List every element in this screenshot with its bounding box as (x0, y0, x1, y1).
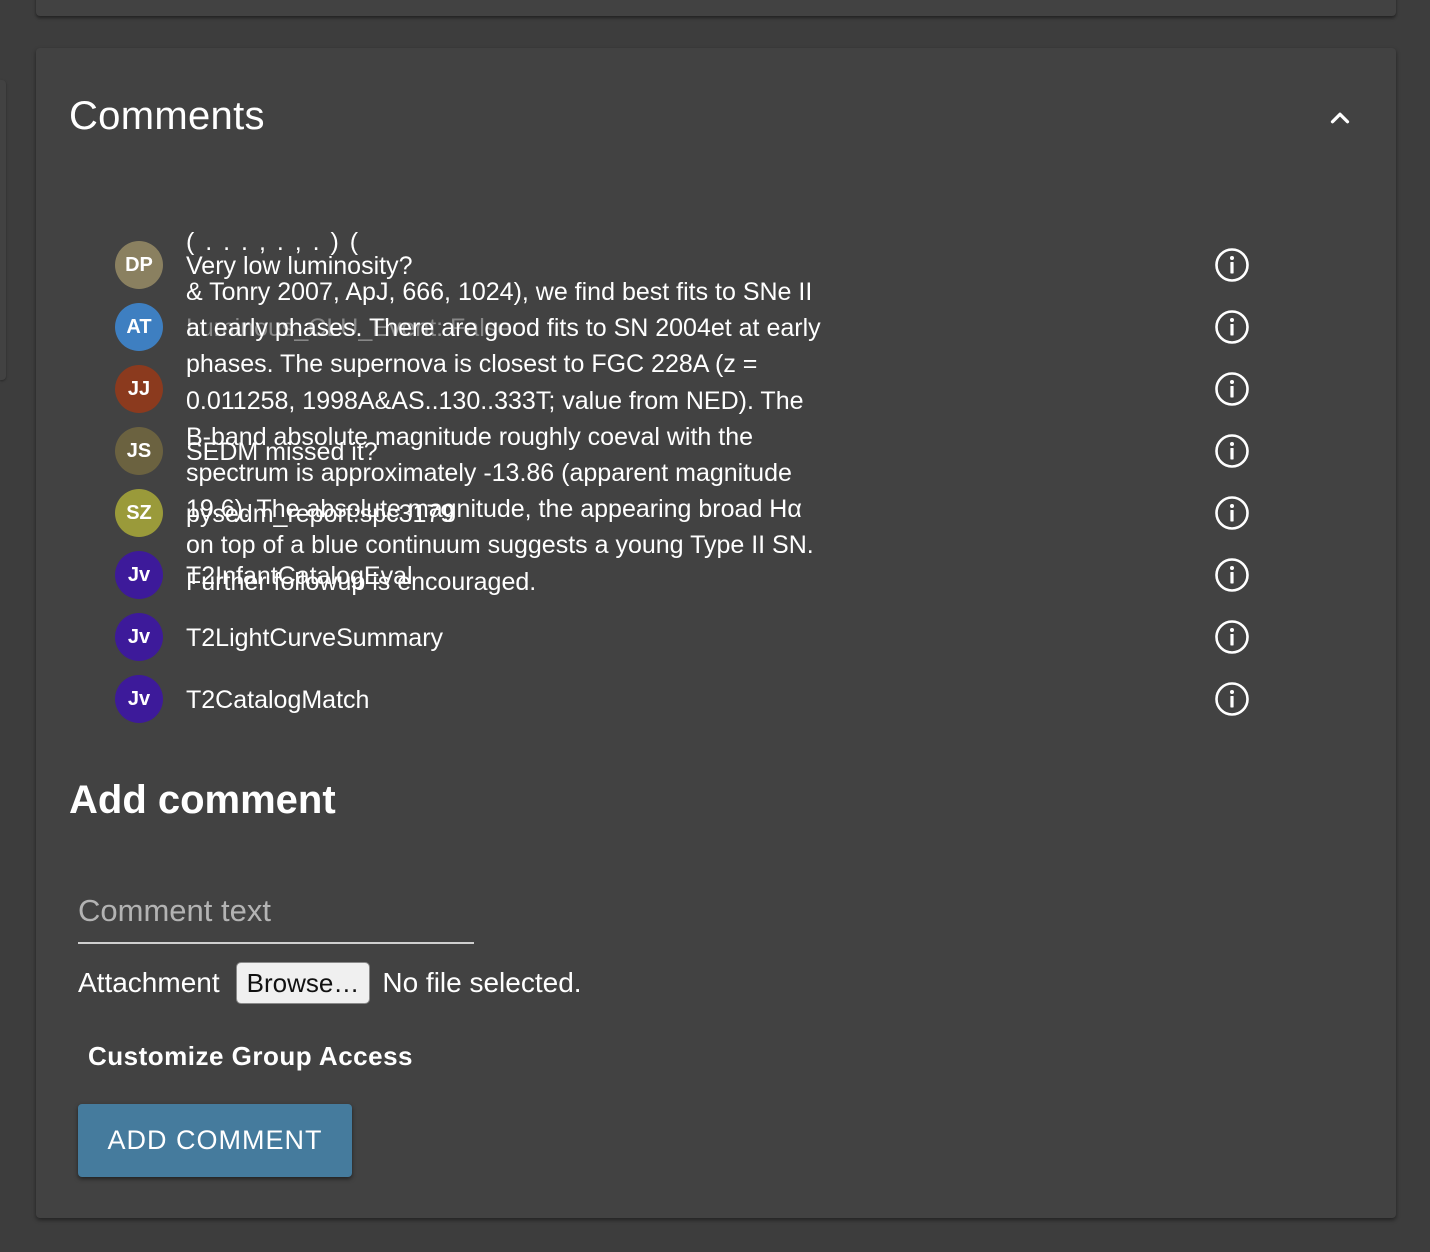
info-icon (1215, 620, 1249, 654)
comment-info-button[interactable] (1214, 681, 1250, 717)
comment-text: T2LightCurveSummary (186, 624, 444, 652)
add-comment-button[interactable]: ADD COMMENT (78, 1104, 352, 1177)
attachment-label: Attachment (78, 967, 220, 998)
customize-group-access-button[interactable]: Customize Group Access (78, 1034, 423, 1078)
comment-info-button[interactable] (1214, 557, 1250, 593)
info-icon (1215, 310, 1249, 344)
no-file-label: No file selected. (382, 967, 582, 998)
info-icon (1215, 248, 1249, 282)
avatar[interactable]: SZ (115, 489, 163, 537)
long-comment-fragment: ( . . . , . , . ) ( (186, 228, 361, 256)
avatar[interactable]: JS (115, 427, 163, 475)
comment-info-button[interactable] (1214, 619, 1250, 655)
comment-info-button[interactable] (1214, 371, 1250, 407)
add-comment-heading: Add comment (69, 778, 336, 822)
comment-info-button[interactable] (1214, 433, 1250, 469)
side-panel-edge (0, 80, 6, 380)
info-icon (1215, 372, 1249, 406)
comment-text: T2CatalogMatch (186, 686, 370, 714)
avatar[interactable]: JJ (115, 365, 163, 413)
previous-panel-edge (36, 0, 1396, 16)
comment-row: Jv T2CatalogMatch (36, 668, 1396, 730)
comment-info-button[interactable] (1214, 309, 1250, 345)
attachment-row: Attachment Browse… No file selected. (78, 960, 582, 1006)
comment-input-field (78, 886, 474, 944)
info-icon (1215, 682, 1249, 716)
avatar[interactable]: Jv (115, 613, 163, 661)
comment-text-input[interactable] (78, 886, 474, 936)
info-icon (1215, 434, 1249, 468)
comment-row: Jv T2LightCurveSummary (36, 606, 1396, 668)
avatar[interactable]: DP (115, 241, 163, 289)
comments-panel: Comments DP Very low luminosity? AT Luminou… (36, 48, 1396, 1218)
browse-button[interactable]: Browse… (235, 962, 371, 1004)
avatar[interactable]: Jv (115, 675, 163, 723)
info-icon (1215, 558, 1249, 592)
info-icon (1215, 496, 1249, 530)
comment-info-button[interactable] (1214, 495, 1250, 531)
comment-info-button[interactable] (1214, 247, 1250, 283)
avatar[interactable]: Jv (115, 551, 163, 599)
long-comment-text: & Tonry 2007, ApJ, 666, 1024), we find b… (186, 278, 821, 596)
avatar[interactable]: AT (115, 303, 163, 351)
